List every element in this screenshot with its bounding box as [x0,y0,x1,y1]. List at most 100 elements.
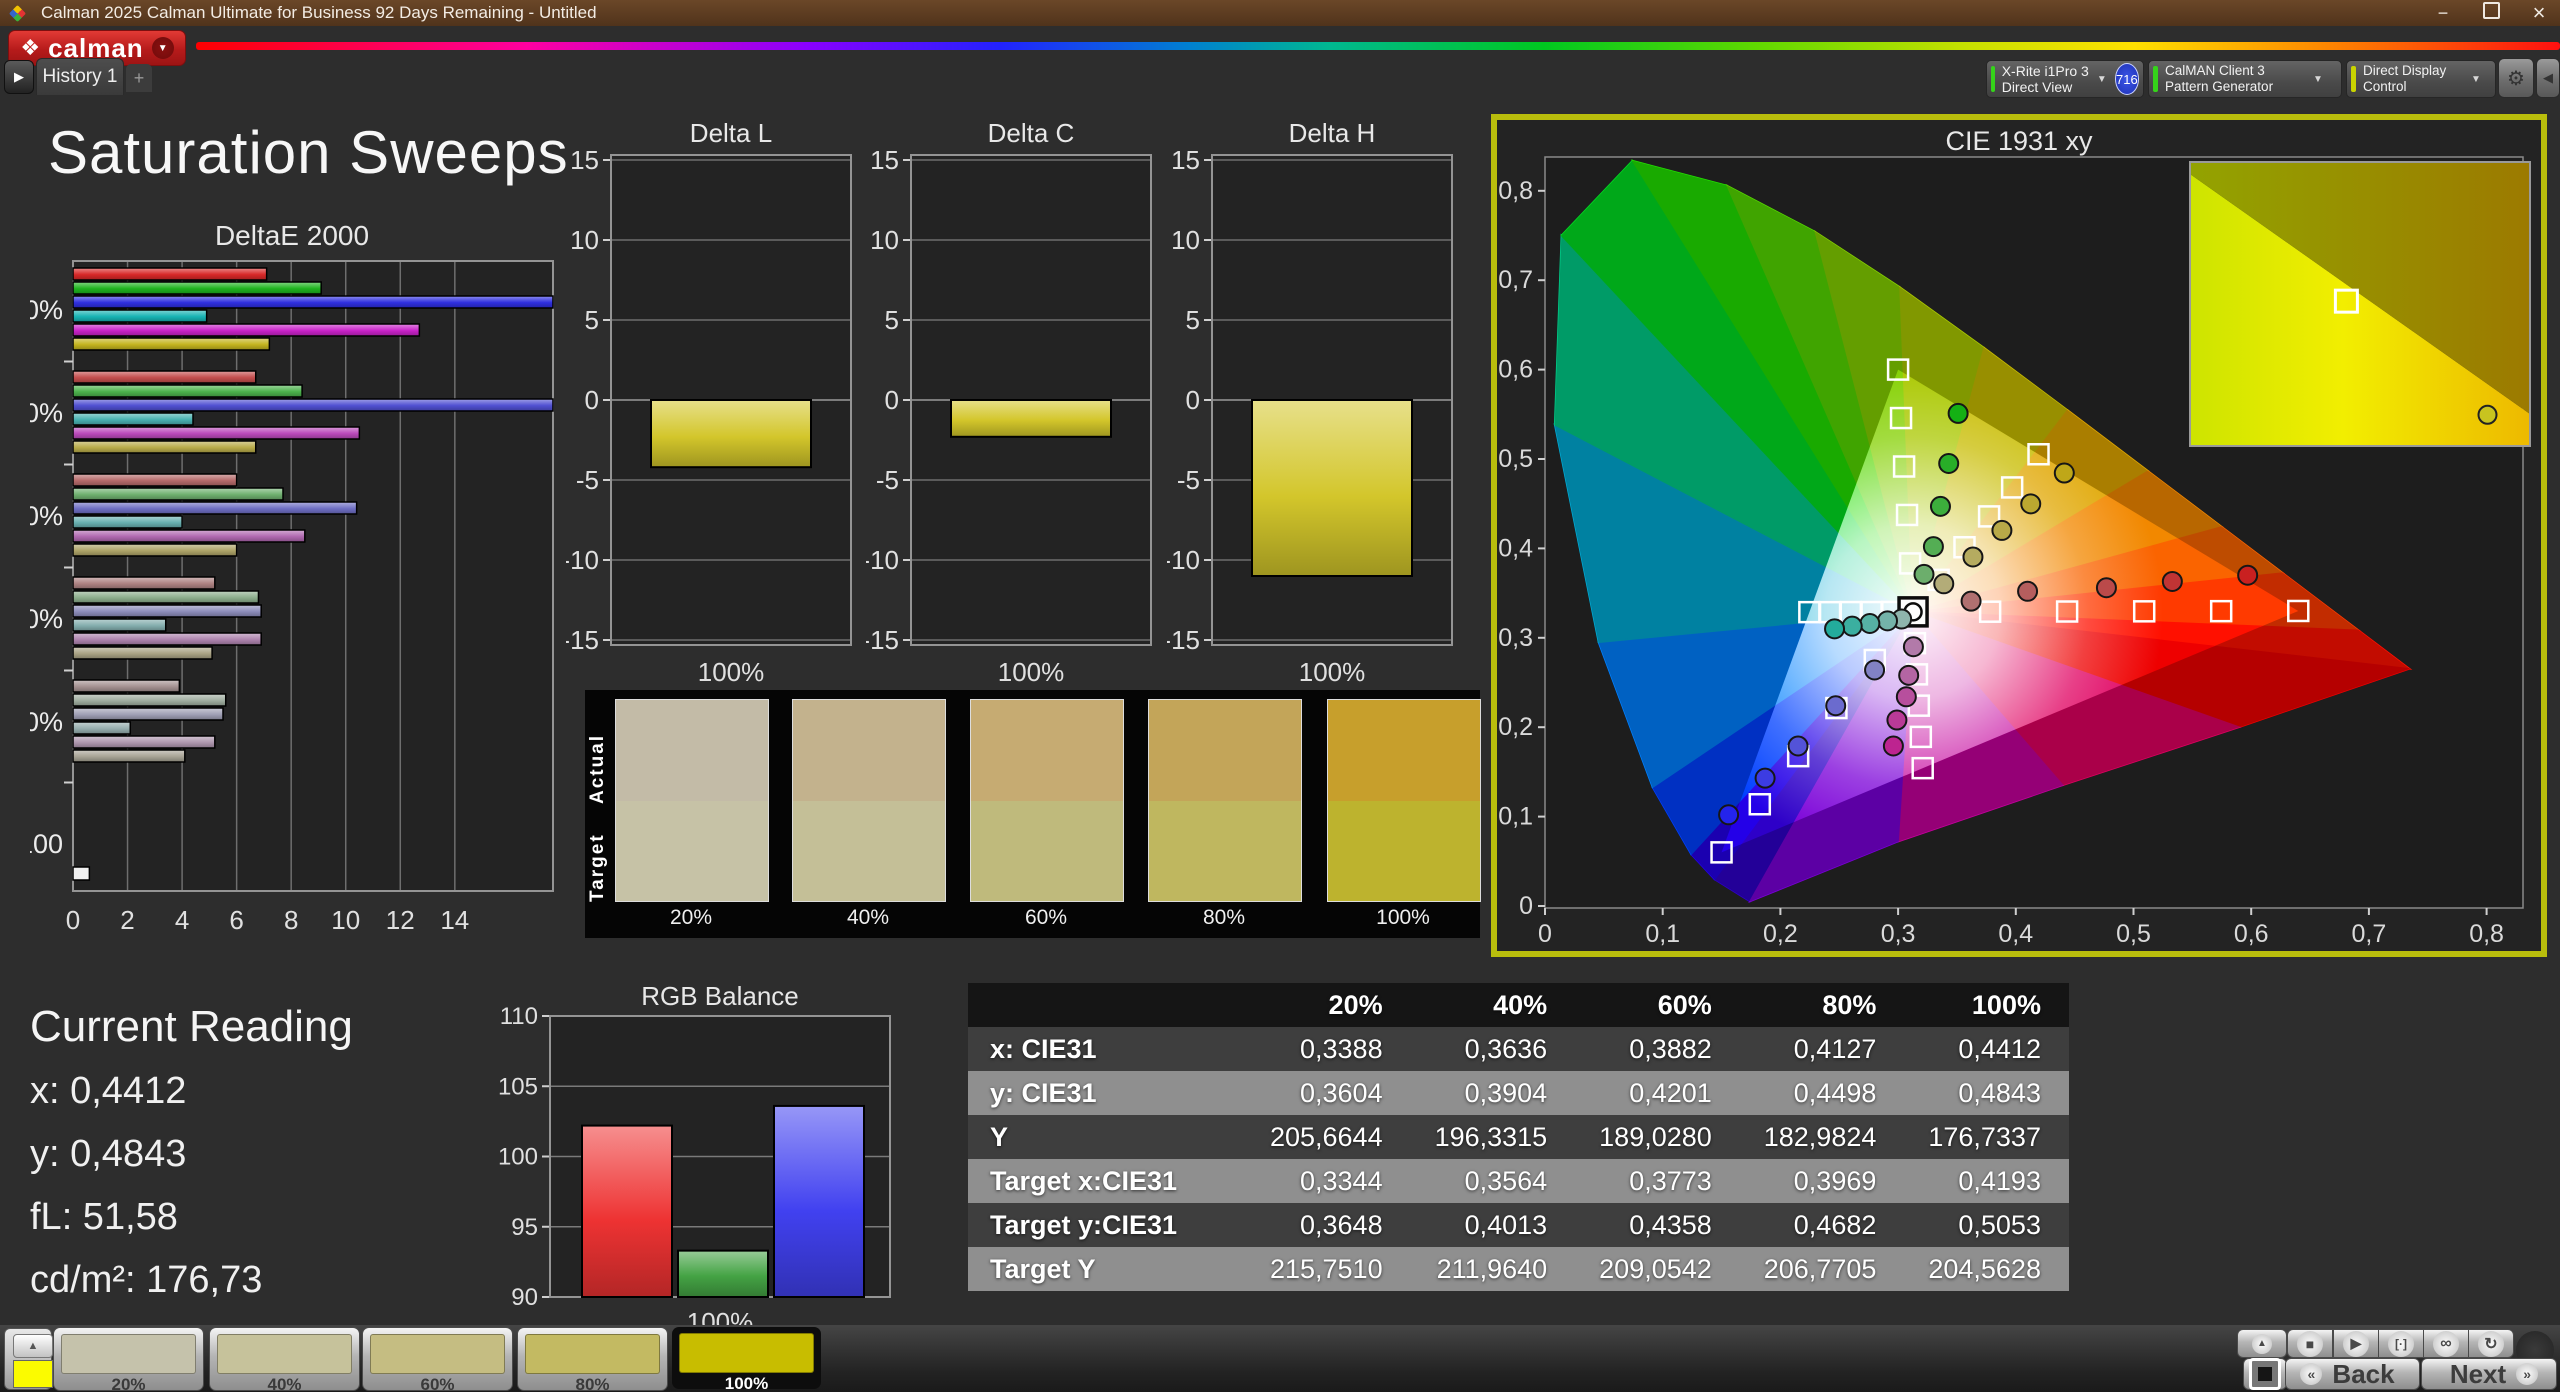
back-button[interactable]: « Back [2285,1358,2420,1390]
svg-text:10: 10 [570,225,599,255]
restore-button[interactable] [2480,2,2502,24]
transport-up-button[interactable]: ▲ [2237,1329,2287,1358]
actual-swatch [1328,700,1480,801]
add-tab-button[interactable]: + [126,64,152,92]
cie-measured-marker [1922,536,1944,558]
display-control-dropdown[interactable]: Direct Display Control ▼ [2346,60,2496,98]
pattern-up-button[interactable]: ▲ [13,1334,53,1358]
continuous-measure-button[interactable]: ∞ [2423,1329,2469,1358]
reading-value: y: 0,4843 [30,1133,187,1175]
svg-text:CIE 1931 xy: CIE 1931 xy [1945,126,2093,156]
table-row-label: Target x:CIE31 [990,1165,1178,1196]
svg-text:80%: 80% [30,398,63,428]
deltae-bar [72,309,208,323]
actual-swatch [971,700,1123,801]
target-swatch [971,800,1123,901]
deltae-bar [72,473,238,487]
meter-dropdown[interactable]: X-Rite i1Pro 3 Direct View ▼ 716 [1986,60,2144,98]
meter-badge: 716 [2114,63,2139,95]
swatch-compare-100% [1327,699,1481,902]
deltae-bar [72,721,132,735]
svg-text:60%: 60% [30,501,63,531]
tab-scroll-button[interactable]: ▶ [4,60,34,94]
svg-text:0,4: 0,4 [1998,920,2033,948]
play-button[interactable]: ▶ [2333,1329,2379,1358]
chevron-up-icon: ▲ [2252,1333,2272,1354]
swatch-compare-60% [970,699,1124,902]
deltae-bar [72,618,167,632]
target-swatch [616,800,768,901]
table-cell: 0,5053 [1958,1209,2041,1240]
pattern-button-20%[interactable]: 20% [53,1327,204,1392]
svg-text:0,3: 0,3 [1881,920,1916,948]
table-row: y: CIE31 0,3604 0,3904 0,4201 0,4498 0,4843 [968,1071,2069,1115]
refresh-button[interactable]: ↻ [2468,1329,2514,1358]
page-title: Saturation Sweeps [48,119,569,186]
stop-button[interactable]: ■ [2287,1329,2333,1358]
pattern-button-60%[interactable]: 60% [362,1327,513,1392]
table-row: Target y:CIE31 0,3648 0,4013 0,4358 0,4682 0,… [968,1203,2069,1247]
swatch-row-label: Target [587,833,608,902]
table-cell: 176,7337 [1928,1121,2041,1152]
svg-text:2: 2 [120,905,134,935]
cie-measured-marker [2017,580,2039,602]
delta-h-chart: Delta H 15 10 5 0 -5 -10 -15 100% [1167,120,1453,687]
pattern-swatch [525,1334,660,1374]
close-button[interactable]: × [2528,0,2550,26]
table-cell: 0,3604 [1300,1077,1383,1108]
bottom-bar: ▲ 20% 40% 60% 80% 100% ▲ ■ ▶ [·] ∞ ↻ « Back [0,1325,2560,1392]
svg-text:0: 0 [1519,892,1533,920]
cie-measured-marker [1825,695,1847,717]
pattern-generator-dropdown[interactable]: CalMAN Client 3 Pattern Generator ▼ [2148,60,2342,98]
rgb-bar-red [581,1124,673,1298]
svg-text:0,6: 0,6 [2234,920,2269,948]
pattern-swatch [679,1333,814,1373]
svg-text:8: 8 [284,905,298,935]
svg-text:15: 15 [1171,145,1200,175]
minimize-button[interactable]: − [2432,3,2454,24]
deltae-2000-chart: DeltaE 2000 0 2 4 6 8 10 12 14 100% 80% 60% 40% 20% 10… [30,225,554,935]
rgb-bar-green [677,1249,769,1299]
svg-text:100: 100 [30,829,63,859]
pattern-button-40%[interactable]: 40% [209,1327,360,1392]
table-cell: 0,3564 [1464,1165,1548,1196]
cie-measured-marker [2161,570,2183,592]
deltae-bar [72,440,257,454]
restore-icon [2482,2,2500,19]
cie-measured-marker [1864,659,1886,681]
svg-text:5: 5 [1186,305,1200,335]
collapse-panel-button[interactable]: ◀ [2536,58,2560,98]
cie-measured-marker [2053,462,2075,484]
pattern-window-button[interactable] [2243,1358,2287,1390]
svg-text:0,1: 0,1 [1645,920,1680,948]
meter-name: X-Rite i1Pro 3 [2001,62,2089,79]
deltae-bar [72,487,284,501]
single-measure-button[interactable]: [·] [2378,1329,2424,1358]
table-row-label: x: CIE31 [990,1033,1097,1064]
cie-measured-marker [1913,563,1935,585]
settings-button[interactable]: ⚙ [2498,58,2534,98]
swatch-label: 80% [1202,906,1246,929]
deltae-bar [72,295,554,309]
tab-history-1[interactable]: History 1 [36,58,124,95]
svg-text:0: 0 [1186,385,1200,415]
next-button[interactable]: Next » [2421,1358,2557,1390]
svg-text:0,5: 0,5 [2116,920,2151,948]
svg-text:15: 15 [570,145,599,175]
pattern-button-100%[interactable]: 100% [672,1327,821,1392]
svg-text:100%: 100% [30,295,63,325]
swatch-compare-40% [792,699,946,902]
rainbow-divider [196,42,2560,50]
table-cell: 0,4201 [1629,1077,1712,1108]
pattern-generator-label: CalMAN Client 3 Pattern Generator [2165,63,2274,94]
swatch-compare-20% [615,699,769,902]
svg-text:0,1: 0,1 [1498,803,1533,831]
svg-text:0,7: 0,7 [1498,266,1533,294]
refresh-icon: ↻ [2478,1330,2504,1357]
table-cell: 189,0280 [1599,1121,1712,1152]
table-cell: 206,7705 [1763,1253,1877,1284]
table-cell: 204,5628 [1928,1253,2041,1284]
cie-inset-measured-marker [2477,404,2498,425]
pattern-button-80%[interactable]: 80% [517,1327,668,1392]
svg-text:12: 12 [386,905,415,935]
